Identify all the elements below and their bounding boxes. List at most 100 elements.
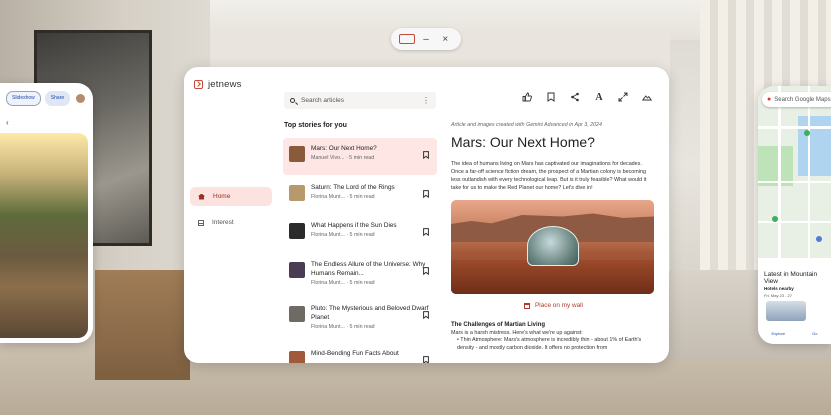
story-meta: Florina Munt... · 5 min read [311, 232, 375, 238]
article-lead: The idea of humans living on Mars has ca… [451, 161, 647, 191]
bookmark-icon[interactable] [423, 223, 429, 241]
map-pin-icon[interactable] [816, 236, 822, 242]
landscape-icon[interactable] [642, 92, 652, 102]
search-input[interactable]: Search articles ⋮ [284, 92, 436, 109]
article-title: Mars: Our Next Home? [451, 134, 595, 150]
wooden-console [95, 270, 190, 380]
maps-section-date: Fri, May 23 - 27 [764, 293, 793, 298]
fullscreen-icon[interactable] [618, 92, 628, 102]
nav-rail: Home Interest [190, 187, 272, 239]
brand-name: jetnews [208, 79, 242, 90]
app-icon[interactable] [398, 34, 415, 44]
article-caption: Article and images created with Gemini A… [451, 122, 602, 128]
photos-toolbar: Slideshow Share [0, 83, 93, 113]
story-item[interactable]: The Endless Allure of the Universe: Why … [283, 254, 437, 297]
search-icon [290, 98, 295, 103]
story-meta: Florina Munt... · 5 min read [311, 324, 375, 330]
story-thumbnail [289, 261, 305, 278]
section-bullet: • Thin Atmosphere: Mars's atmosphere is … [451, 337, 656, 352]
nav-item-label: Interest [212, 219, 234, 226]
section-intro: Mars is a harsh mistress. Here's what we… [451, 330, 583, 336]
close-button[interactable]: × [437, 34, 453, 45]
maps-section-subtitle: Hotels nearby [764, 286, 794, 291]
maps-pin-icon: ● [767, 96, 772, 103]
story-thumbnail [289, 184, 305, 201]
story-title: What Happens if the Sun Dies [311, 222, 397, 229]
share-icon[interactable] [570, 92, 580, 102]
map-view[interactable] [758, 86, 831, 258]
maps-search-placeholder: Search Google Maps [774, 96, 831, 103]
share-chip[interactable]: Share [44, 90, 71, 106]
story-thumbnail [289, 306, 305, 322]
story-meta: Florina Munt... · 5 min read [311, 279, 375, 286]
story-thumbnail [289, 146, 305, 162]
search-placeholder: Search articles [301, 97, 344, 104]
bookmark-icon[interactable] [423, 351, 429, 363]
explore-tab[interactable]: Explore [772, 331, 786, 336]
story-item[interactable]: Mind-Bending Fun Facts About [283, 343, 437, 363]
maps-search-input[interactable]: ● Search Google Maps [762, 92, 831, 107]
brand: jetnews [194, 79, 242, 90]
bullet-text: Thin Atmosphere: Mars's atmosphere is in… [457, 337, 642, 351]
nav-item-interest[interactable]: Interest [190, 213, 272, 232]
park-area [758, 146, 793, 186]
nav-item-home[interactable]: Home [190, 187, 272, 206]
bookmark-icon[interactable] [423, 185, 429, 203]
story-title: Saturn: The Lord of the Rings [311, 183, 395, 191]
article-hero-image[interactable] [451, 200, 654, 294]
water-area [798, 116, 831, 176]
calendar-icon [524, 302, 531, 309]
article-toolbar: A [522, 92, 652, 103]
story-meta: Manuel Vivo... · 5 min read [311, 155, 375, 161]
nav-item-label: Home [213, 193, 231, 200]
map-road [758, 126, 831, 129]
map-road [808, 86, 810, 258]
habitat-dome [527, 226, 579, 266]
interest-icon [198, 219, 204, 226]
story-item[interactable]: Saturn: The Lord of the Rings Florina Mun… [283, 177, 437, 214]
minimize-button[interactable]: – [418, 34, 434, 45]
map-road [758, 181, 831, 183]
window-controls: – × [391, 28, 461, 50]
story-title: Pluto: The Mysterious and Beloved Dwarf … [311, 305, 429, 321]
story-item[interactable]: Mars: Our Next Home? Manuel Vivo... · 5 m… [283, 138, 437, 175]
back-arrow-icon[interactable]: ‹ [0, 113, 93, 131]
story-item[interactable]: Pluto: The Mysterious and Beloved Dwarf … [283, 298, 437, 341]
map-pin-icon[interactable] [772, 216, 778, 222]
map-road [778, 86, 781, 258]
photos-panel: Slideshow Share ‹ [0, 83, 93, 343]
story-thumbnail [289, 350, 305, 363]
home-icon [198, 193, 205, 200]
story-list: Mars: Our Next Home? Manuel Vivo... · 5 m… [283, 138, 437, 363]
maps-section-title: Latest in Mountain View [764, 271, 818, 285]
hotel-thumbnail[interactable] [766, 301, 806, 321]
more-options-icon[interactable]: ⋮ [422, 96, 430, 104]
place-on-wall-label: Place on my wall [535, 302, 583, 309]
article: Article and images created with Gemini A… [451, 122, 656, 352]
story-item[interactable]: What Happens if the Sun Dies Florina Munt… [283, 215, 437, 252]
jetnews-window: jetnews Home Interest Search articles ⋮ … [184, 67, 669, 363]
jetnews-logo-icon [194, 80, 203, 89]
slideshow-chip[interactable]: Slideshow [6, 90, 41, 106]
bookmark-icon[interactable] [546, 92, 556, 102]
maps-bottom-nav: Explore Go [758, 322, 831, 344]
story-title: The Endless Allure of the Universe: Why … [311, 260, 426, 277]
map-road [758, 221, 831, 223]
story-title: Mind-Bending Fun Facts About [311, 349, 399, 357]
bookmark-icon[interactable] [423, 146, 429, 164]
bookmark-icon[interactable] [423, 262, 429, 280]
go-tab[interactable]: Go [812, 331, 817, 336]
bookmark-icon[interactable] [423, 306, 429, 324]
story-title: Mars: Our Next Home? [311, 145, 377, 152]
maps-panel: ● Search Google Maps Latest in Mountain … [758, 86, 831, 344]
avatar[interactable] [76, 93, 86, 103]
garden-photo[interactable] [0, 133, 88, 338]
top-stories-heading: Top stories for you [284, 122, 347, 129]
thumbs-up-icon[interactable] [522, 92, 532, 102]
section-title: The Challenges of Martian Living [451, 322, 546, 328]
map-pin-icon[interactable] [804, 130, 810, 136]
text-size-icon[interactable]: A [594, 92, 604, 103]
place-on-wall-button[interactable]: Place on my wall [451, 302, 656, 309]
story-meta: Florina Munt... · 5 min read [311, 193, 375, 200]
story-thumbnail [289, 223, 305, 239]
